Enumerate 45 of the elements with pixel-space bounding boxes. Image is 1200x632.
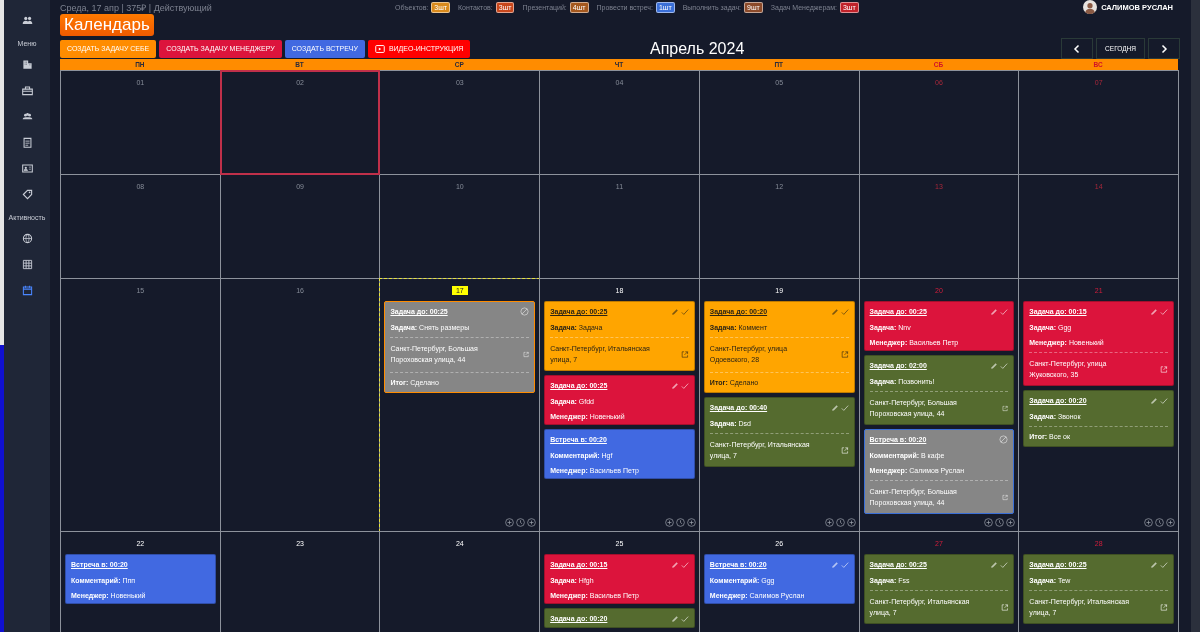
add-icon[interactable]	[686, 518, 696, 527]
chevron-right-icon	[1159, 43, 1169, 54]
external-link-icon[interactable]	[522, 349, 530, 359]
check-icon[interactable]	[680, 307, 689, 316]
video-icon	[374, 44, 385, 53]
pencil-icon[interactable]	[990, 361, 999, 370]
add-icon[interactable]	[824, 518, 834, 527]
pencil-icon[interactable]	[990, 307, 999, 316]
pencil-icon[interactable]	[1150, 307, 1158, 316]
add-icon[interactable]	[984, 518, 994, 527]
add-icon[interactable]	[1006, 518, 1016, 527]
clock-icon[interactable]	[995, 518, 1005, 527]
external-link-icon[interactable]	[1002, 403, 1009, 413]
pencil-icon[interactable]	[670, 614, 679, 623]
cancelled-icon	[999, 435, 1009, 444]
clock-icon[interactable]	[1155, 518, 1164, 527]
pencil-icon[interactable]	[990, 560, 999, 569]
pencil-icon[interactable]	[670, 381, 679, 390]
pencil-icon[interactable]	[670, 560, 679, 569]
external-link-icon[interactable]	[840, 349, 849, 359]
external-link-icon[interactable]	[1002, 492, 1009, 502]
page-title: Календарь	[60, 14, 154, 36]
next-button[interactable]	[1148, 38, 1180, 59]
account-info: Среда, 17 апр | 375₽ | Действующий	[60, 1, 213, 14]
external-link-icon[interactable]	[681, 349, 689, 359]
add-icon[interactable]	[846, 518, 856, 527]
clock-icon[interactable]	[835, 518, 845, 527]
pencil-icon[interactable]	[1150, 396, 1158, 405]
add-icon[interactable]	[505, 518, 515, 527]
avatar-icon[interactable]	[1083, 0, 1098, 14]
previous-button[interactable]	[1061, 38, 1094, 59]
add-icon[interactable]	[1144, 518, 1153, 527]
clock-icon[interactable]	[516, 518, 526, 527]
cancelled-icon	[520, 307, 530, 316]
month-title: Апрель 2024	[650, 39, 746, 58]
pencil-icon[interactable]	[830, 560, 839, 569]
pencil-icon[interactable]	[1150, 560, 1158, 569]
add-icon[interactable]	[664, 518, 674, 527]
clock-icon[interactable]	[675, 518, 685, 527]
pencil-icon[interactable]	[670, 307, 679, 316]
add-icon[interactable]	[527, 518, 537, 527]
pencil-icon[interactable]	[830, 403, 839, 412]
add-icon[interactable]	[1166, 518, 1175, 527]
check-icon[interactable]	[840, 307, 849, 316]
pencil-icon[interactable]	[830, 307, 839, 316]
